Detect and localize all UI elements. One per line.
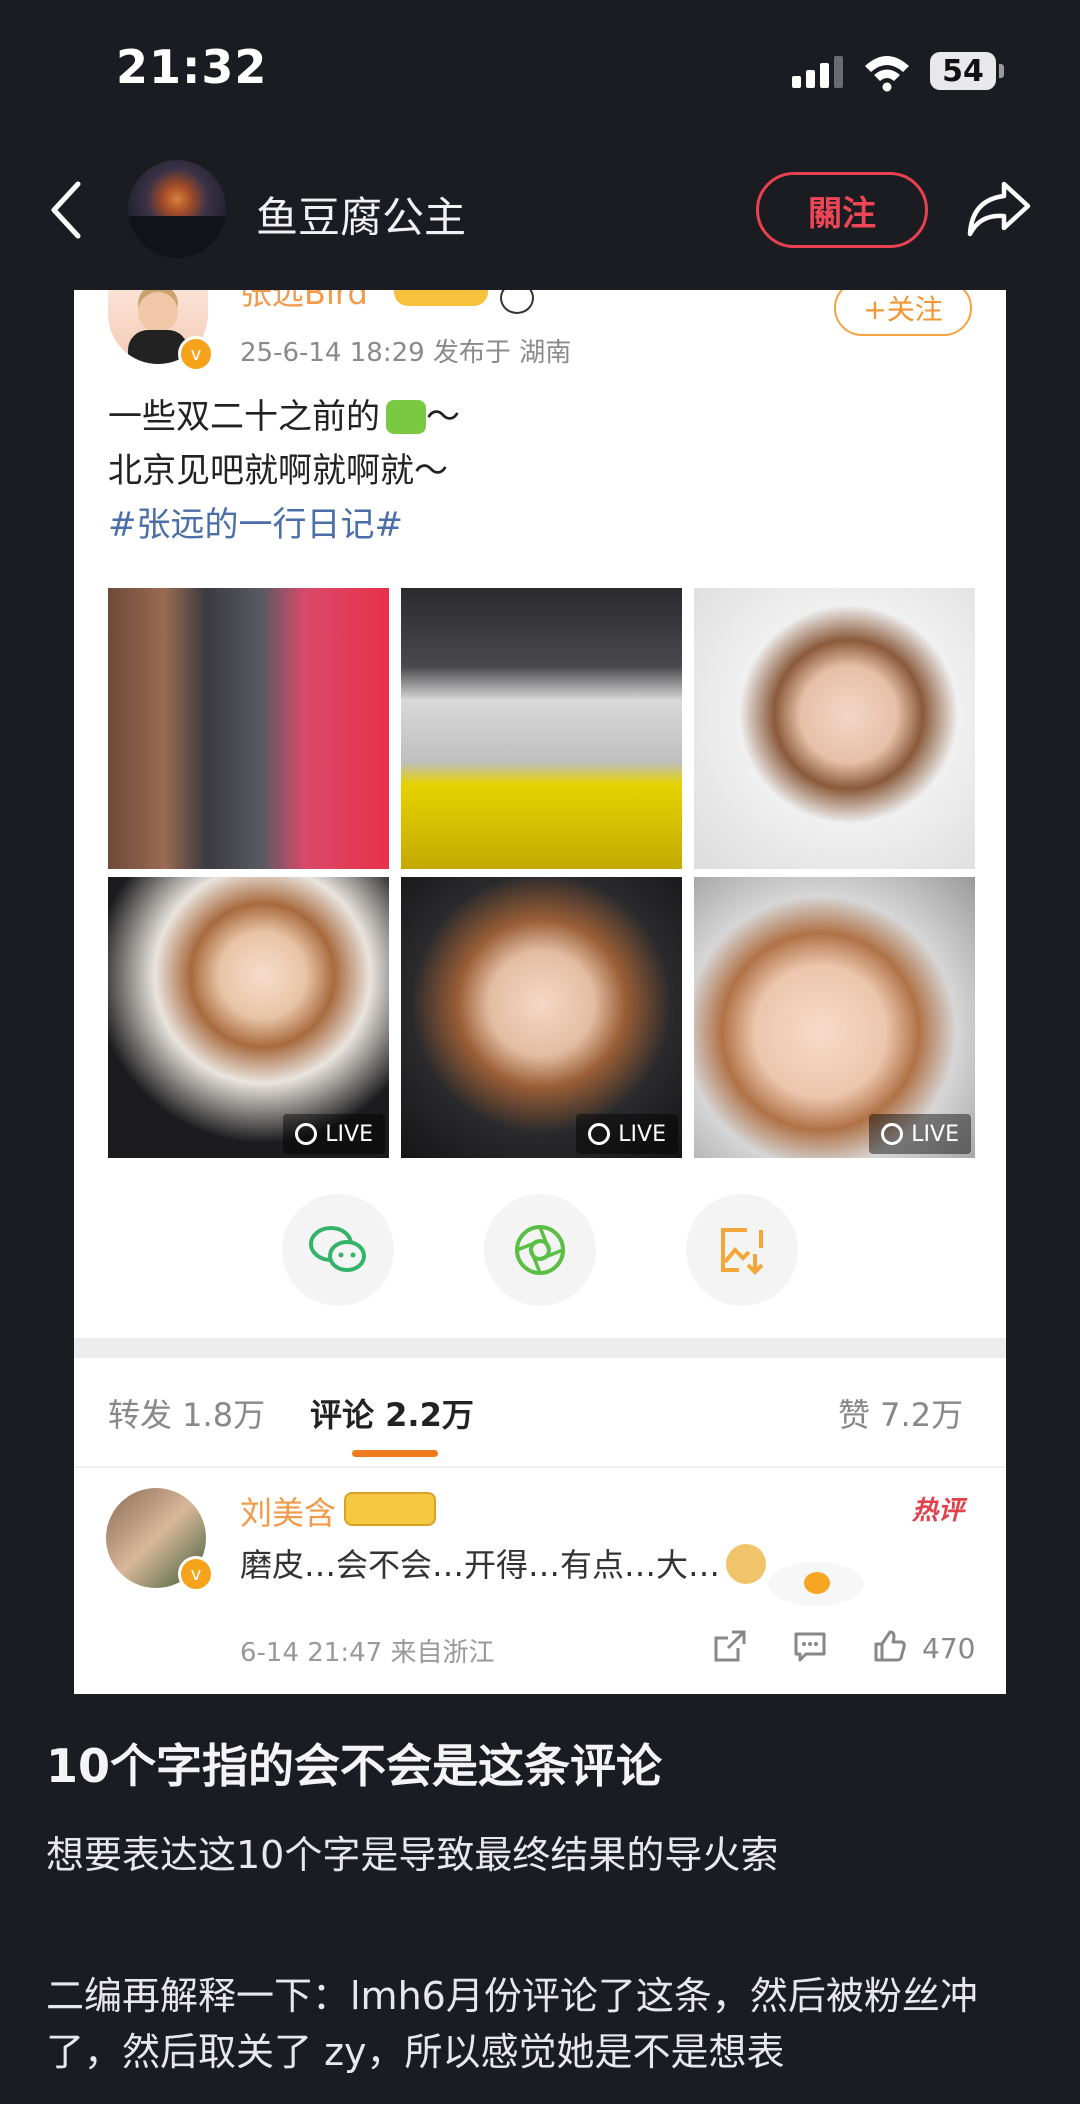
caption-paragraph-1: 想要表达这10个字是导致最终结果的导火索 — [46, 1833, 779, 1877]
comment-verified-icon: v — [178, 1556, 214, 1592]
live-badge: LIVE — [283, 1114, 385, 1154]
wechat-icon — [309, 1226, 366, 1272]
share-icon[interactable] — [966, 178, 1032, 240]
battery-tip — [999, 64, 1004, 78]
back-icon[interactable] — [46, 178, 86, 242]
caption-title: 10个字指的会不会是这条评论 — [46, 1739, 663, 1793]
wechat-share-button — [282, 1194, 394, 1306]
follow-button[interactable]: 關注 — [756, 172, 928, 248]
tab-underline — [352, 1450, 438, 1457]
comment-author-name: 刘美含 — [240, 1494, 337, 1532]
save-image-icon — [721, 1228, 764, 1275]
photo-3 — [694, 588, 975, 869]
photo-5: LIVE — [401, 877, 682, 1158]
caption-paragraph-2: 二编再解释一下：lmh6月份评论了这条，然后被粉丝冲了，然后取关了 zy，所以感… — [46, 1974, 978, 2074]
battery-icon: 54 — [930, 52, 996, 90]
doge-emoji-icon — [726, 1544, 767, 1584]
puzzle-icon — [386, 400, 426, 434]
comment-meta: 6-14 21:47 来自浙江 — [240, 1638, 495, 1668]
reply-icon — [794, 1632, 826, 1662]
live-icon — [588, 1123, 611, 1145]
comment-text: 磨皮…会不会…开得…有点…大… — [240, 1540, 767, 1586]
photo-grid: LIVE LIVE LIVE — [108, 588, 976, 1158]
tab-repost: 转发 1.8万 — [108, 1396, 266, 1434]
post-line-1-suffix: ～ — [426, 397, 460, 437]
photo-4: LIVE — [108, 877, 389, 1158]
moments-icon — [515, 1225, 565, 1275]
live-icon — [295, 1123, 318, 1145]
panda-icon — [500, 290, 534, 314]
status-time: 21:32 — [116, 40, 268, 94]
photo-1 — [108, 588, 389, 869]
post-author-name: 张远Bird — [240, 290, 368, 312]
like-icon — [874, 1630, 906, 1662]
username[interactable]: 鱼豆腐公主 — [256, 184, 466, 245]
live-badge: LIVE — [576, 1114, 678, 1154]
post-screenshot: v 张远Bird +关注 25-6-14 18:29 发布于 湖南 一些双二十之… — [74, 290, 1006, 1694]
wifi-icon — [865, 56, 909, 92]
comment-like-count: 470 — [922, 1632, 976, 1665]
hot-comment-badge: 热评 — [912, 1496, 965, 1526]
post-text: 一些双二十之前的 ～ 北京见吧就啊就啊就～ #张远的一行日记# — [108, 390, 460, 552]
post-line-1: 一些双二十之前的 — [108, 397, 380, 437]
user-avatar[interactable] — [128, 160, 226, 258]
level-badge-icon — [394, 290, 488, 306]
share-comment-icon — [714, 1630, 746, 1662]
crown-badge-icon — [344, 1492, 436, 1526]
post-meta: 25-6-14 18:29 发布于 湖南 — [240, 338, 572, 368]
post-follow-button: +关注 — [834, 290, 972, 336]
moments-share-button — [484, 1194, 596, 1306]
tab-divider — [74, 1466, 1006, 1468]
signal-icon — [792, 56, 843, 88]
live-badge: LIVE — [869, 1114, 971, 1154]
save-image-button — [686, 1194, 798, 1306]
tab-comments: 评论 2.2万 — [310, 1396, 474, 1434]
live-icon — [881, 1123, 904, 1145]
photo-6: LIVE — [694, 877, 975, 1158]
verified-icon: v — [178, 336, 214, 372]
section-separator — [74, 1338, 1006, 1358]
post-line-2: 北京见吧就啊就啊就～ — [108, 451, 448, 491]
egg-emoji-icon — [768, 1562, 864, 1606]
post-hashtag: #张远的一行日记# — [108, 505, 403, 545]
tab-likes: 赞 7.2万 — [838, 1396, 964, 1434]
photo-2 — [401, 588, 682, 869]
